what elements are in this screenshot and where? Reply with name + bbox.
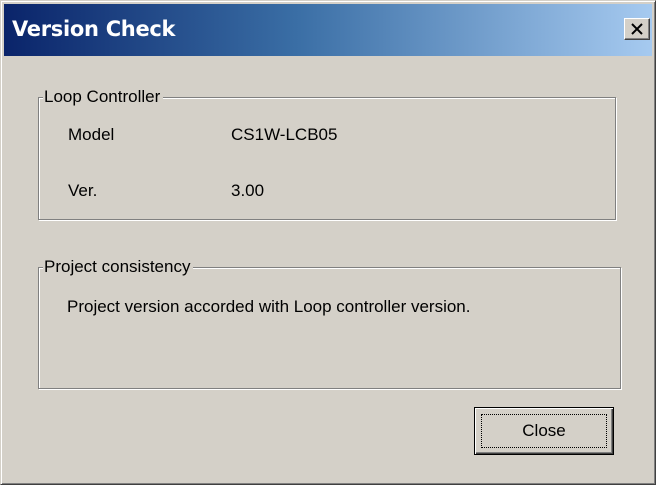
consistency-message: Project version accorded with Loop contr… <box>67 297 471 316</box>
loop-controller-group: Loop Controller <box>38 87 616 220</box>
dialog-title: Version Check <box>12 17 176 41</box>
project-consistency-group: Project consistency <box>38 257 621 389</box>
loop-controller-legend: Loop Controller <box>43 87 164 107</box>
close-button[interactable]: Close <box>474 407 614 455</box>
title-bar[interactable]: Version Check <box>4 4 652 56</box>
model-value: CS1W-LCB05 <box>231 125 338 144</box>
version-value: 3.00 <box>231 181 265 200</box>
title-close-button[interactable] <box>624 18 650 40</box>
version-label: Ver. <box>68 181 98 200</box>
close-icon <box>631 23 643 35</box>
model-label: Model <box>68 125 115 144</box>
project-consistency-legend: Project consistency <box>43 257 194 277</box>
close-button-label: Close <box>481 414 607 448</box>
version-check-dialog: Version Check Loop Controller Model CS1W… <box>0 0 656 485</box>
